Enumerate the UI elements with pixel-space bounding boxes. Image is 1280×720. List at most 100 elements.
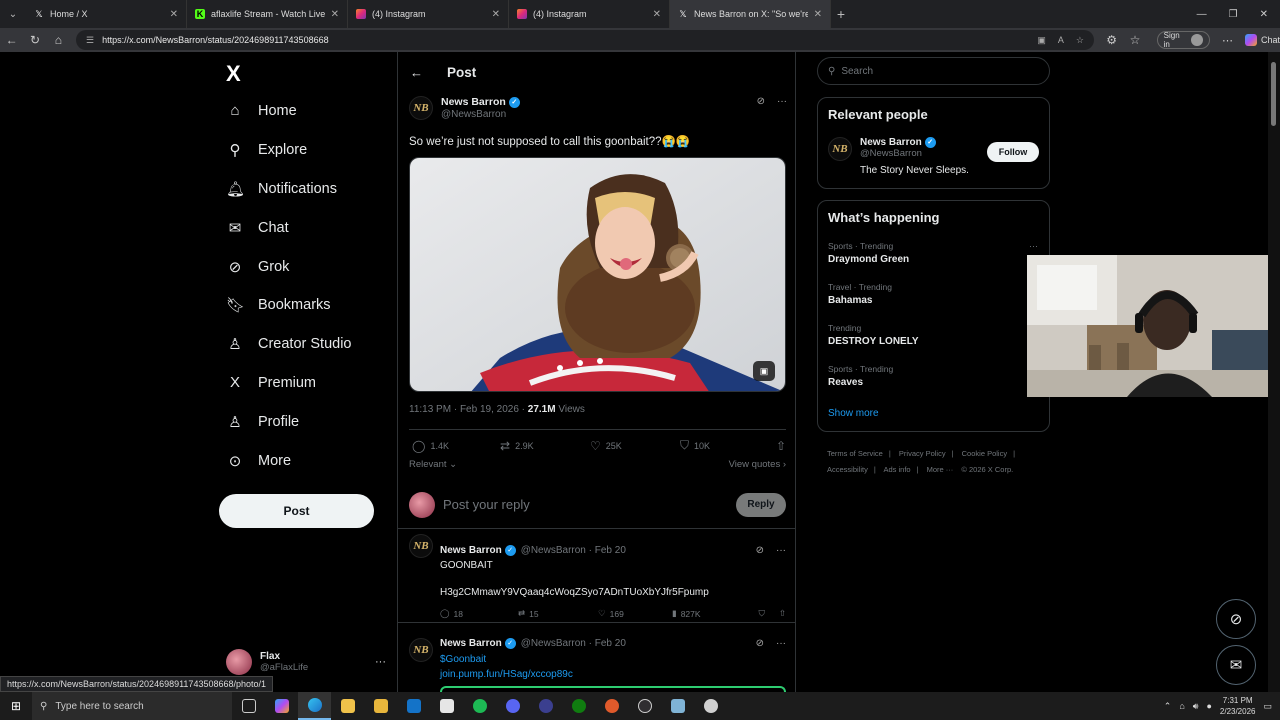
sidebar-item-bookmarks[interactable]: 🔖︎ Bookmarks xyxy=(226,296,331,314)
trend-item[interactable]: Travel · Trending Bahamas xyxy=(828,282,1040,306)
browser-tab[interactable]: 𝕏 Home / X ✕ xyxy=(26,0,187,28)
accessibility-link[interactable]: Accessibility xyxy=(827,465,868,474)
share-button[interactable]: ⇧ xyxy=(776,438,786,453)
maximize-icon[interactable]: ❐ xyxy=(1229,9,1238,20)
reply-link[interactable]: join.pump.fun/HSag/xccop89c xyxy=(440,669,573,680)
app-icon[interactable] xyxy=(595,692,628,720)
notifications-icon[interactable]: ▭ xyxy=(1263,701,1272,712)
view-quotes-link[interactable]: View quotes › xyxy=(729,459,786,470)
reply-button[interactable]: ◯ 1.4K xyxy=(412,438,500,453)
reply-input[interactable]: Post your reply xyxy=(443,497,530,512)
more-icon[interactable]: ··· xyxy=(1029,241,1038,251)
avatar[interactable]: NB xyxy=(409,534,433,558)
discord-app-icon[interactable] xyxy=(496,692,529,720)
ads-info-link[interactable]: Ads info xyxy=(883,465,910,474)
terms-link[interactable]: Terms of Service xyxy=(827,449,883,458)
reply-submit-button[interactable]: Reply xyxy=(736,492,786,517)
browser-menu-icon[interactable]: ⋯ xyxy=(1222,34,1233,47)
back-arrow-icon[interactable]: ← xyxy=(410,65,423,80)
privacy-link[interactable]: Privacy Policy xyxy=(899,449,946,458)
reply-handle[interactable]: @NewsBarron · Feb 20 xyxy=(521,638,626,649)
x-logo-icon[interactable]: X xyxy=(226,61,241,87)
tab-actions-icon[interactable]: ⌄ xyxy=(0,0,26,28)
more-icon[interactable]: ··· xyxy=(776,638,786,649)
sidebar-item-profile[interactable]: ♙ Profile xyxy=(226,413,299,431)
favorite-star-icon[interactable]: ☆ xyxy=(1076,35,1084,46)
reply-button[interactable]: ◯ 18 xyxy=(440,608,518,619)
avatar[interactable]: NB xyxy=(828,137,852,161)
minimize-icon[interactable]: — xyxy=(1197,9,1207,20)
browser-tab-active[interactable]: 𝕏 News Barron on X: "So we're just n ✕ xyxy=(670,0,831,28)
sidebar-item-premium[interactable]: X Premium xyxy=(226,374,316,391)
obs-app-icon[interactable] xyxy=(628,692,661,720)
sign-in-button[interactable]: Sign in xyxy=(1156,31,1210,49)
sidebar-item-home[interactable]: ⌂ Home xyxy=(226,102,296,119)
back-icon[interactable]: ← xyxy=(0,33,23,47)
author-handle[interactable]: @NewsBarron xyxy=(441,109,520,120)
sidebar-item-chat[interactable]: ✉ Chat xyxy=(226,219,289,237)
bookmark-button[interactable]: ⛉ 10K xyxy=(680,438,768,453)
store-app-icon[interactable] xyxy=(364,692,397,720)
document-app-icon[interactable] xyxy=(430,692,463,720)
cashtag-link[interactable]: $Goonbait xyxy=(440,654,486,665)
close-tab-icon[interactable]: ✕ xyxy=(170,9,178,20)
app-icon[interactable] xyxy=(529,692,562,720)
close-window-icon[interactable]: ✕ xyxy=(1260,9,1268,20)
app-available-icon[interactable]: ▣ xyxy=(1037,35,1046,46)
taskbar-clock[interactable]: 7:31 PM 2/23/2026 xyxy=(1220,695,1256,717)
like-button[interactable]: ♡ 25K xyxy=(590,438,680,453)
author-name[interactable]: News Barron ✓ xyxy=(441,96,520,108)
show-more-link[interactable]: Show more xyxy=(828,408,879,419)
copilot-app-icon[interactable] xyxy=(265,692,298,720)
cookie-link[interactable]: Cookie Policy xyxy=(962,449,1007,458)
task-view-icon[interactable] xyxy=(232,692,265,720)
url-field[interactable]: ☰ https://x.com/NewsBarron/status/202469… xyxy=(76,30,1094,50)
bookmark-icon[interactable]: ⛉ xyxy=(758,608,764,619)
sort-dropdown[interactable]: Relevant ⌄ xyxy=(409,459,457,470)
app-icon[interactable] xyxy=(661,692,694,720)
windows-start-icon[interactable]: ⊞ xyxy=(0,699,32,713)
spotify-app-icon[interactable] xyxy=(463,692,496,720)
follow-button[interactable]: Follow xyxy=(987,142,1039,162)
messages-fab[interactable]: ✉ xyxy=(1216,645,1256,685)
reply-author-name[interactable]: News Barron xyxy=(440,545,502,556)
trend-item[interactable]: Sports · Trending Reaves xyxy=(828,364,1040,388)
like-button[interactable]: ♡ 169 xyxy=(598,608,672,619)
sidebar-item-notifications[interactable]: 🔔︎ Notifications xyxy=(226,180,337,198)
browser-tab[interactable]: K aflaxlife Stream - Watch Live on Ki ✕ xyxy=(187,0,348,28)
post-button[interactable]: Post xyxy=(219,494,374,528)
more-icon[interactable]: ··· xyxy=(375,656,386,668)
browser-tab[interactable]: (4) Instagram ✕ xyxy=(509,0,670,28)
edge-app-icon[interactable] xyxy=(298,692,331,720)
account-switcher[interactable]: Flax @aFlaxLife ··· xyxy=(226,646,386,678)
post-image[interactable]: ▣ xyxy=(409,157,786,392)
extensions-icon[interactable]: ⚙ xyxy=(1100,33,1123,47)
sidebar-item-more[interactable]: ⊙ More xyxy=(226,452,291,470)
trend-item[interactable]: Trending DESTROY LONELY xyxy=(828,323,1040,347)
close-tab-icon[interactable]: ✕ xyxy=(814,9,822,20)
repost-button[interactable]: ⇄ 15 xyxy=(518,608,598,619)
more-link[interactable]: More ··· xyxy=(927,465,954,474)
views-button[interactable]: ▮ 827K xyxy=(672,608,754,619)
grok-image-icon[interactable]: ▣ xyxy=(753,361,775,381)
site-info-icon[interactable]: ☰ xyxy=(86,35,94,46)
new-tab-button[interactable]: + xyxy=(831,6,851,22)
read-aloud-icon[interactable]: A xyxy=(1058,35,1064,46)
mic-icon[interactable]: ● xyxy=(1206,701,1211,711)
sidebar-item-creator-studio[interactable]: ♙ Creator Studio xyxy=(226,335,351,353)
grok-fab[interactable]: ⊘ xyxy=(1216,599,1256,639)
reply-item[interactable]: NB News Barron ✓ @NewsBarron · Feb 20 ⊘ ·… xyxy=(398,530,795,623)
taskbar-search[interactable]: ⚲ Type here to search xyxy=(32,692,232,720)
grok-icon[interactable]: ⊘ xyxy=(757,96,765,120)
post-timestamp[interactable]: 11:13 PM · Feb 19, 2026 · xyxy=(409,404,528,415)
grok-icon[interactable]: ⊘ xyxy=(756,638,764,649)
browser-tab[interactable]: (4) Instagram ✕ xyxy=(348,0,509,28)
file-explorer-icon[interactable] xyxy=(331,692,364,720)
more-icon[interactable]: ··· xyxy=(776,545,786,556)
tray-chevron-icon[interactable]: ⌃ xyxy=(1164,701,1172,712)
avatar[interactable]: NB xyxy=(409,638,433,662)
network-icon[interactable]: ⌂ xyxy=(1179,701,1184,711)
close-tab-icon[interactable]: ✕ xyxy=(653,9,661,20)
reply-author-name[interactable]: News Barron xyxy=(440,638,502,649)
avatar[interactable]: NB xyxy=(409,96,433,120)
